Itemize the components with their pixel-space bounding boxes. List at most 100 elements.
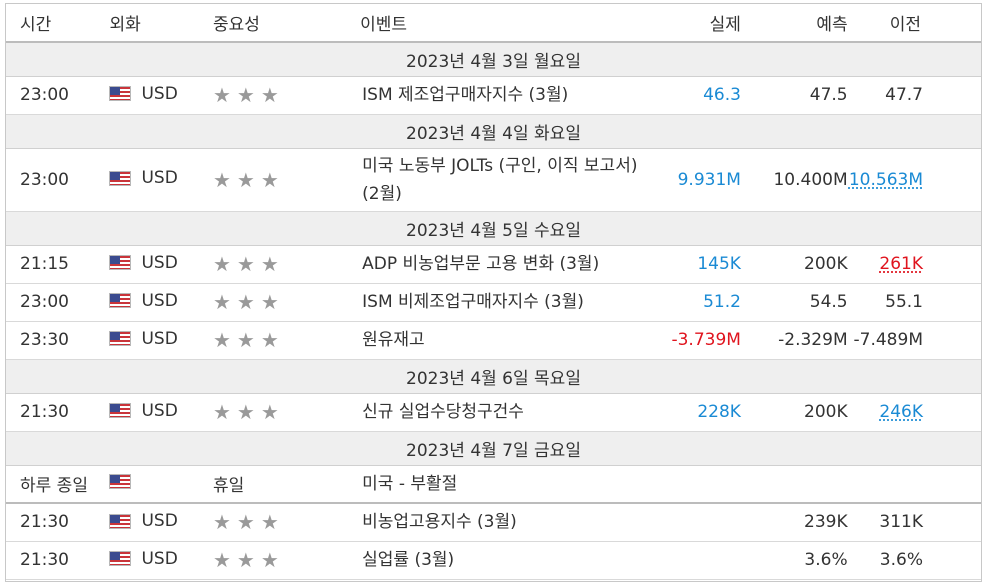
star-icon: ★ bbox=[212, 400, 231, 424]
previous-cell: 55.1 bbox=[847, 283, 981, 322]
event-name[interactable]: ISM 비제조업구매자지수 (3월) bbox=[360, 283, 651, 322]
importance-stars: ★ ★ ★ bbox=[213, 548, 279, 572]
date-label: 2023년 4월 6일 목요일 bbox=[6, 359, 981, 394]
actual-value bbox=[650, 503, 741, 542]
actual-value bbox=[650, 541, 741, 580]
importance-cell: ★ ★ ★ bbox=[212, 283, 361, 322]
event-row[interactable]: 23:00 USD ★ ★ ★ 미국 노동부 JOLTs (구인, 이직 보고서) (2월… bbox=[6, 148, 981, 212]
event-row[interactable]: 23:00 USD ★ ★ ★ ISM 비제조업구매자지수 (3월) 51.2 54.5 55.… bbox=[6, 283, 981, 322]
event-row[interactable]: 21:30 USD ★ ★ ★ 신규 실업수당청구건수 228K 200K 246K bbox=[6, 393, 981, 432]
us-flag-icon bbox=[109, 293, 132, 309]
date-label: 2023년 4월 7일 금요일 bbox=[6, 431, 981, 466]
forecast-value: 47.5 bbox=[740, 76, 848, 115]
header-importance[interactable]: 중요성 bbox=[212, 4, 361, 43]
currency: USD bbox=[109, 549, 178, 569]
header-forecast[interactable]: 예측 bbox=[740, 4, 848, 43]
us-flag-icon bbox=[109, 331, 132, 347]
header-time[interactable]: 시간 bbox=[6, 4, 110, 43]
importance-stars: ★ ★ ★ bbox=[213, 328, 279, 352]
forecast-value bbox=[740, 465, 848, 504]
star-icon: ★ bbox=[212, 83, 231, 107]
currency-code: USD bbox=[141, 168, 178, 189]
importance-cell: ★ ★ ★ bbox=[212, 541, 361, 580]
star-icon: ★ bbox=[212, 328, 231, 352]
us-flag-icon bbox=[109, 513, 132, 529]
forecast-value: 10.400M bbox=[740, 148, 848, 212]
forecast-value: 3.6% bbox=[740, 541, 848, 580]
event-name[interactable]: 미국 노동부 JOLTs (구인, 이직 보고서) (2월) bbox=[360, 148, 651, 212]
previous-value: 47.7 bbox=[885, 85, 923, 105]
us-flag-icon bbox=[109, 551, 132, 567]
star-icon: ★ bbox=[260, 548, 279, 572]
event-name[interactable]: ADP 비농업부문 고용 변화 (3월) bbox=[360, 245, 651, 284]
calendar-body: 2023년 4월 3일 월요일 23:00 USD ★ ★ ★ ISM 제조업구매자지수 (… bbox=[6, 42, 981, 580]
event-name[interactable]: 신규 실업수당청구건수 bbox=[360, 393, 651, 432]
previous-value: -7.489M bbox=[853, 330, 923, 350]
previous-cell: 10.563M bbox=[847, 148, 981, 212]
event-time: 하루 종일 bbox=[6, 465, 110, 504]
importance-stars: ★ ★ ★ bbox=[213, 168, 279, 192]
event-time: 21:15 bbox=[6, 245, 110, 284]
star-icon: ★ bbox=[236, 510, 255, 535]
star-icon: ★ bbox=[236, 400, 255, 424]
header-event[interactable]: 이벤트 bbox=[360, 4, 651, 43]
holiday-row[interactable]: 하루 종일 휴일 미국 - 부활절 bbox=[6, 465, 981, 504]
event-row[interactable]: 21:30 USD ★ ★ ★ 실업률 (3월) 3.6% 3.6% bbox=[6, 541, 981, 580]
star-icon: ★ bbox=[260, 252, 279, 276]
currency-cell: USD bbox=[109, 393, 213, 432]
actual-value bbox=[650, 465, 741, 504]
header-actual[interactable]: 실제 bbox=[650, 4, 741, 43]
event-name[interactable]: 실업률 (3월) bbox=[360, 541, 651, 580]
actual-value: 9.931M bbox=[650, 148, 741, 212]
star-icon: ★ bbox=[212, 252, 231, 276]
previous-value bbox=[847, 465, 981, 504]
previous-cell: 47.7 bbox=[847, 76, 981, 115]
event-name[interactable]: 미국 - 부활절 bbox=[360, 465, 651, 504]
importance-stars: ★ ★ ★ bbox=[213, 83, 279, 107]
event-time: 21:30 bbox=[6, 393, 110, 432]
header-currency[interactable]: 외화 bbox=[109, 4, 213, 43]
forecast-value: 54.5 bbox=[740, 283, 848, 322]
importance-cell: ★ ★ ★ bbox=[212, 393, 361, 432]
forecast-value: 200K bbox=[740, 393, 848, 432]
previous-value[interactable]: 246K bbox=[879, 402, 923, 422]
event-row[interactable]: 21:15 USD ★ ★ ★ ADP 비농업부문 고용 변화 (3월) 145K 200K 2… bbox=[6, 245, 981, 284]
event-time: 23:00 bbox=[6, 148, 110, 212]
actual-value: 46.3 bbox=[650, 76, 741, 115]
star-icon: ★ bbox=[236, 548, 255, 572]
importance-stars: ★ ★ ★ bbox=[213, 290, 279, 314]
star-icon: ★ bbox=[212, 290, 231, 314]
date-row: 2023년 4월 3일 월요일 bbox=[6, 42, 981, 77]
event-name[interactable]: ISM 제조업구매자지수 (3월) bbox=[360, 76, 651, 115]
us-flag-icon bbox=[109, 86, 132, 102]
event-name[interactable]: 원유재고 bbox=[360, 321, 651, 360]
event-name[interactable]: 비농업고용지수 (3월) bbox=[360, 503, 651, 542]
event-time: 21:30 bbox=[6, 541, 110, 580]
event-time: 21:30 bbox=[6, 503, 110, 542]
star-icon: ★ bbox=[212, 548, 231, 572]
previous-value[interactable]: 10.563M bbox=[849, 170, 923, 190]
previous-value[interactable]: 261K bbox=[879, 254, 923, 274]
event-row[interactable]: 21:30 USD ★ ★ ★ 비농업고용지수 (3월) 239K 311K bbox=[6, 503, 981, 542]
event-row[interactable]: 23:30 USD ★ ★ ★ 원유재고 -3.739M -2.329M -7.489M bbox=[6, 321, 981, 360]
header-previous[interactable]: 이전 bbox=[847, 4, 981, 43]
importance-cell: ★ ★ ★ bbox=[212, 503, 361, 542]
currency-cell: USD bbox=[109, 503, 213, 542]
currency-cell: USD bbox=[109, 148, 213, 212]
star-icon: ★ bbox=[260, 400, 279, 424]
forecast-value: 200K bbox=[740, 245, 848, 284]
importance-stars: ★ ★ ★ bbox=[213, 252, 279, 276]
star-icon: ★ bbox=[212, 510, 231, 535]
currency: USD bbox=[109, 253, 178, 273]
event-row[interactable]: 23:00 USD ★ ★ ★ ISM 제조업구매자지수 (3월) 46.3 47.5 47.7 bbox=[6, 76, 981, 115]
us-flag-icon bbox=[109, 170, 132, 186]
star-icon: ★ bbox=[260, 328, 279, 352]
forecast-value: -2.329M bbox=[740, 321, 848, 360]
importance-cell: ★ ★ ★ bbox=[212, 148, 361, 212]
economic-calendar: 시간 외화 중요성 이벤트 실제 예측 이전 2023년 4월 3일 월요일 23… bbox=[5, 3, 982, 582]
event-time: 23:00 bbox=[6, 76, 110, 115]
previous-cell: 246K bbox=[847, 393, 981, 432]
star-icon: ★ bbox=[212, 167, 231, 192]
importance-cell: ★ ★ ★ bbox=[212, 321, 361, 360]
currency-code: USD bbox=[141, 400, 178, 421]
